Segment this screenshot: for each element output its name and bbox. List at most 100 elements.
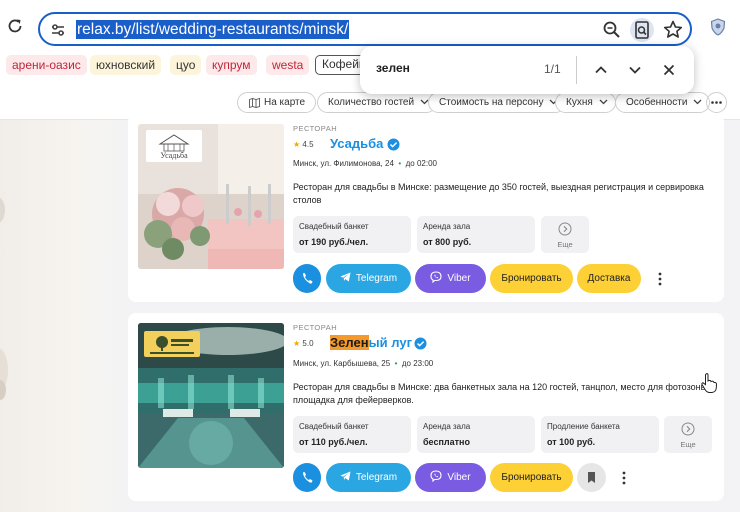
filter-price-dropdown[interactable]: Стоимость на персону (428, 92, 567, 113)
bookmark-button[interactable] (577, 463, 606, 492)
rating-value: 4.5 (302, 140, 314, 149)
more-vertical-icon[interactable] (654, 269, 666, 289)
zoom-icon[interactable] (602, 20, 622, 40)
price-value: от 190 руб./чел. (299, 237, 369, 247)
find-in-page-button[interactable] (630, 18, 654, 42)
venue-address: Минск, ул. Карбышева, 25 • до 23:00 (293, 359, 433, 368)
price-label: Аренда зала (423, 422, 471, 431)
venue-logo: Усадьба (146, 130, 202, 162)
find-previous-icon[interactable] (590, 59, 612, 81)
chevron-right-circle-icon (558, 222, 572, 236)
venue-rating: ★ 5.0 (293, 339, 314, 348)
bookmark-star-icon[interactable] (662, 19, 684, 41)
wedding-decor-image (0, 197, 8, 400)
phone-icon (303, 472, 313, 483)
price-value: бесплатно (423, 437, 470, 447)
price-box: Продление банкета от 100 руб. (541, 416, 659, 453)
telegram-button[interactable]: Telegram (326, 264, 411, 293)
telegram-button[interactable]: Telegram (326, 463, 411, 492)
tag-item[interactable]: юхновский (90, 55, 162, 75)
button-label: Telegram (355, 472, 398, 483)
viber-button[interactable]: Viber (415, 463, 486, 492)
button-label: Viber (447, 472, 471, 483)
delivery-button[interactable]: Доставка (577, 264, 641, 293)
chevron-right-circle-icon (681, 422, 695, 436)
telegram-icon (340, 471, 351, 481)
button-label: Viber (447, 273, 471, 284)
venue-address: Минск, ул. Филимонова, 24 • до 02:00 (293, 159, 437, 168)
venue-logo (144, 331, 200, 357)
logo-image (150, 336, 194, 354)
filter-cuisine-dropdown[interactable]: Кухня (555, 92, 616, 113)
more-prices-button[interactable]: Еще (664, 416, 712, 453)
viber-icon (430, 271, 442, 284)
filter-label: На карте (264, 97, 306, 108)
tag-item[interactable]: арени-оазис (6, 55, 87, 75)
book-button[interactable]: Бронировать (490, 463, 573, 492)
price-value: от 800 руб. (423, 237, 472, 247)
price-label: Свадебный банкет (299, 422, 369, 431)
url-text[interactable]: relax.by/list/wedding-restaurants/minsk/ (76, 20, 350, 39)
venue-name-link[interactable]: Зеленый луг (330, 335, 412, 350)
venue-name-link[interactable]: Усадьба (330, 136, 383, 151)
venue-card[interactable]: РЕСТОРАН ★ 5.0 Зеленый луг Минск, ул. Ка… (128, 313, 724, 501)
filter-guests-dropdown[interactable]: Количество гостей (317, 92, 438, 113)
more-prices-button[interactable]: Еще (541, 216, 589, 253)
tag-item[interactable]: цуо (170, 55, 202, 75)
filter-features-dropdown[interactable]: Особенности (615, 92, 711, 113)
bookmark-icon (588, 472, 595, 483)
open-status-dot: • (392, 359, 400, 368)
reload-icon[interactable] (6, 17, 24, 35)
venue-card[interactable]: Усадьба РЕСТОРАН ★ 4.5 Усадьба Минск, ул… (128, 114, 724, 302)
price-box: Свадебный банкет от 110 руб./чел. (293, 416, 411, 453)
call-button[interactable] (293, 463, 321, 492)
close-icon[interactable] (658, 59, 680, 81)
find-next-icon[interactable] (624, 59, 646, 81)
open-status-dot: • (396, 159, 404, 168)
viber-icon (430, 470, 442, 483)
hours-text: до 23:00 (401, 359, 434, 368)
call-button[interactable] (293, 264, 321, 293)
site-settings-icon[interactable] (50, 22, 66, 38)
venue-description: Ресторан для свадьбы в Минске: два банке… (293, 382, 710, 405)
venue-photo[interactable] (138, 323, 284, 468)
book-button[interactable]: Бронировать (490, 264, 573, 293)
map-icon (249, 98, 260, 108)
price-value: от 100 руб. (547, 437, 596, 447)
find-page-icon (635, 21, 649, 39)
phone-icon (303, 273, 313, 284)
tag-item[interactable]: купрум (206, 55, 257, 75)
tag-item[interactable]: westa (266, 55, 310, 75)
find-bar: зелен 1/1 (360, 46, 694, 94)
venue-photo[interactable]: Усадьба (138, 124, 284, 269)
find-input[interactable]: зелен (376, 61, 410, 75)
more-vertical-icon[interactable] (618, 468, 630, 488)
filter-label: Стоимость на персону (439, 97, 544, 108)
hand-cursor-icon (701, 373, 718, 393)
decorative-background (0, 120, 128, 512)
more-label: Еще (680, 440, 696, 449)
rating-value: 5.0 (302, 339, 314, 348)
star-icon: ★ (293, 140, 301, 149)
star-icon: ★ (293, 339, 301, 348)
price-value: от 110 руб./чел. (299, 437, 368, 447)
find-divider (576, 56, 577, 84)
venue-rating: ★ 4.5 (293, 140, 314, 149)
venue-description: Ресторан для свадьбы в Минске: размещени… (293, 182, 704, 205)
price-box: Аренда зала от 800 руб. (417, 216, 535, 253)
map-filter-button[interactable]: На карте (237, 92, 317, 113)
venue-type: РЕСТОРАН (293, 124, 338, 133)
filter-label: Особенности (626, 97, 688, 108)
more-horizontal-icon (711, 101, 722, 104)
viber-button[interactable]: Viber (415, 264, 486, 293)
telegram-icon (340, 272, 351, 282)
price-box: Аренда зала бесплатно (417, 416, 535, 453)
address-bar[interactable]: relax.by/list/wedding-restaurants/minsk/ (38, 12, 692, 46)
extension-shield-icon[interactable] (710, 18, 726, 36)
filter-label: Количество гостей (328, 97, 415, 108)
logo-text: Усадьба (160, 151, 188, 160)
address-text: Минск, ул. Карбышева, 25 (293, 359, 391, 368)
find-highlight: Зелен (330, 335, 369, 350)
more-filters-button[interactable] (706, 92, 727, 113)
more-label: Еще (557, 240, 573, 249)
